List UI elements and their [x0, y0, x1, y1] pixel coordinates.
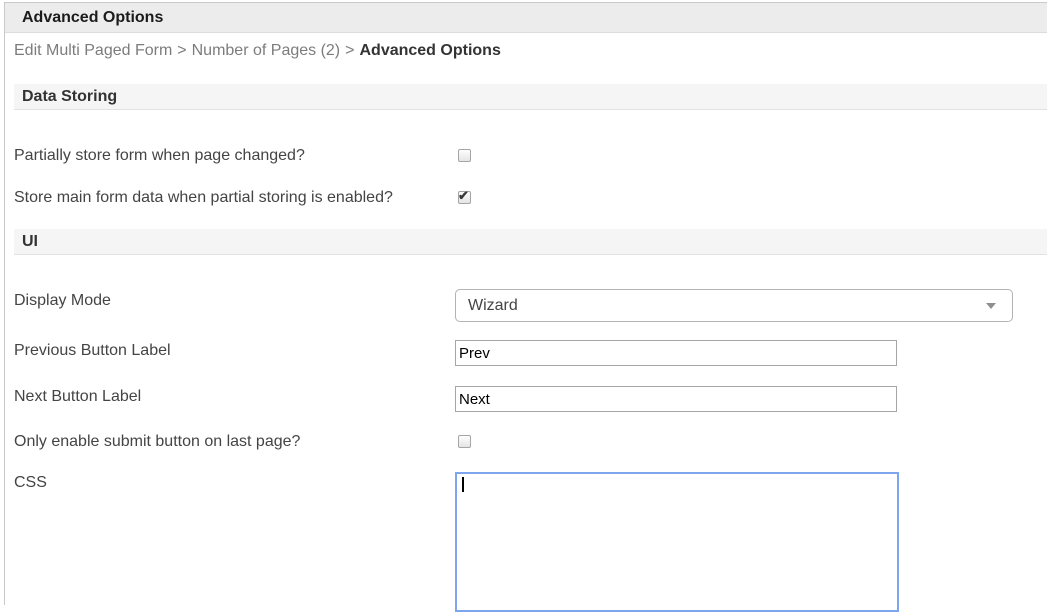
page-title: Advanced Options: [5, 3, 1047, 32]
display-mode-select[interactable]: Wizard: [455, 289, 1013, 322]
checkbox-store-main-form-data[interactable]: ✔: [458, 191, 471, 204]
breadcrumb-separator: >: [345, 42, 354, 59]
chevron-down-icon: [986, 303, 996, 309]
breadcrumb-item-number-of-pages[interactable]: Number of Pages (2): [192, 42, 341, 59]
checkbox-submit-last-page[interactable]: [458, 435, 471, 448]
label-store-main-form-data: Store main form data when partial storin…: [14, 189, 393, 207]
checkmark-icon: ✔: [458, 189, 469, 202]
breadcrumb-separator: >: [177, 42, 186, 59]
breadcrumb-item-edit-form[interactable]: Edit Multi Paged Form: [14, 42, 172, 59]
label-display-mode: Display Mode: [14, 292, 111, 310]
label-partial-store: Partially store form when page changed?: [14, 147, 305, 165]
next-button-label-input[interactable]: [455, 386, 897, 412]
label-next-button: Next Button Label: [14, 388, 141, 406]
section-header-data-storing: Data Storing: [14, 84, 1047, 110]
breadcrumb-item-current: Advanced Options: [359, 42, 500, 59]
section-title: UI: [14, 229, 1047, 254]
section-title: Data Storing: [14, 84, 1047, 109]
advanced-options-panel: Advanced Options Edit Multi Paged Form>N…: [4, 2, 1047, 605]
section-header-ui: UI: [14, 229, 1047, 255]
previous-button-label-input[interactable]: [455, 340, 897, 366]
label-previous-button: Previous Button Label: [14, 342, 171, 360]
panel-header: Advanced Options: [5, 3, 1047, 33]
breadcrumb: Edit Multi Paged Form>Number of Pages (2…: [14, 42, 1037, 60]
label-submit-last-page: Only enable submit button on last page?: [14, 433, 300, 451]
text-cursor: [462, 477, 464, 492]
css-textarea[interactable]: [455, 472, 899, 612]
label-css: CSS: [14, 474, 47, 492]
checkbox-partial-store[interactable]: [458, 149, 471, 162]
display-mode-selected-value: Wizard: [468, 290, 518, 321]
